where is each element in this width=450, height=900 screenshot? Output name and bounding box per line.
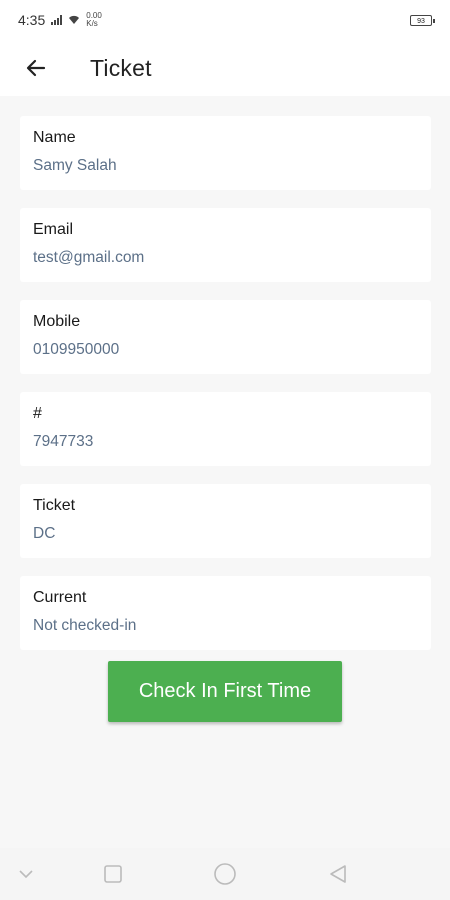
status-right: 93 [410, 14, 435, 26]
field-card-current: Current Not checked-in [20, 576, 431, 650]
field-value: Samy Salah [33, 157, 117, 174]
field-card-number: # 7947733 [20, 392, 431, 466]
nav-back-button[interactable] [324, 860, 352, 888]
system-nav-bar [0, 848, 450, 900]
field-card-mobile: Mobile 0109950000 [20, 300, 431, 374]
field-value: DC [33, 525, 56, 542]
page-title: Ticket [90, 54, 152, 81]
field-label: Mobile [33, 313, 81, 330]
battery-level: 93 [417, 17, 425, 25]
status-left: 4:35 0.00 K/s [18, 12, 102, 29]
field-card-name: Name Samy Salah [20, 116, 431, 190]
check-in-button[interactable]: Check In First Time [108, 661, 342, 722]
status-time: 4:35 [18, 12, 46, 28]
triangle-back-icon [330, 865, 346, 883]
status-bar: 4:35 0.00 K/s 93 [0, 0, 450, 40]
square-icon [104, 865, 122, 883]
app-bar: Ticket [0, 40, 450, 96]
battery-icon: 93 [410, 14, 435, 26]
field-value: test@gmail.com [33, 249, 145, 266]
nav-recents-button[interactable] [99, 860, 127, 888]
net-speed-unit: K/s [86, 19, 98, 28]
field-card-ticket: Ticket DC [20, 484, 431, 558]
nav-collapse-button[interactable] [12, 860, 40, 888]
nav-home-button[interactable] [211, 860, 239, 888]
net-speed: 0.00 K/s [86, 12, 102, 28]
field-label: # [33, 405, 42, 422]
ticket-details: Name Samy Salah Email test@gmail.com Mob… [0, 96, 450, 856]
field-label: Name [33, 129, 76, 146]
signal-icon [51, 15, 63, 25]
field-label: Email [33, 221, 74, 238]
field-label: Ticket [33, 497, 76, 514]
circle-icon [214, 863, 236, 885]
wifi-icon [69, 15, 80, 24]
field-value: 7947733 [33, 433, 94, 450]
field-value: Not checked-in [33, 617, 137, 634]
field-value: 0109950000 [33, 341, 120, 358]
arrow-left-icon [26, 59, 46, 77]
chevron-down-icon [19, 870, 33, 879]
field-label: Current [33, 589, 87, 606]
back-button[interactable] [12, 44, 60, 92]
field-card-email: Email test@gmail.com [20, 208, 431, 282]
